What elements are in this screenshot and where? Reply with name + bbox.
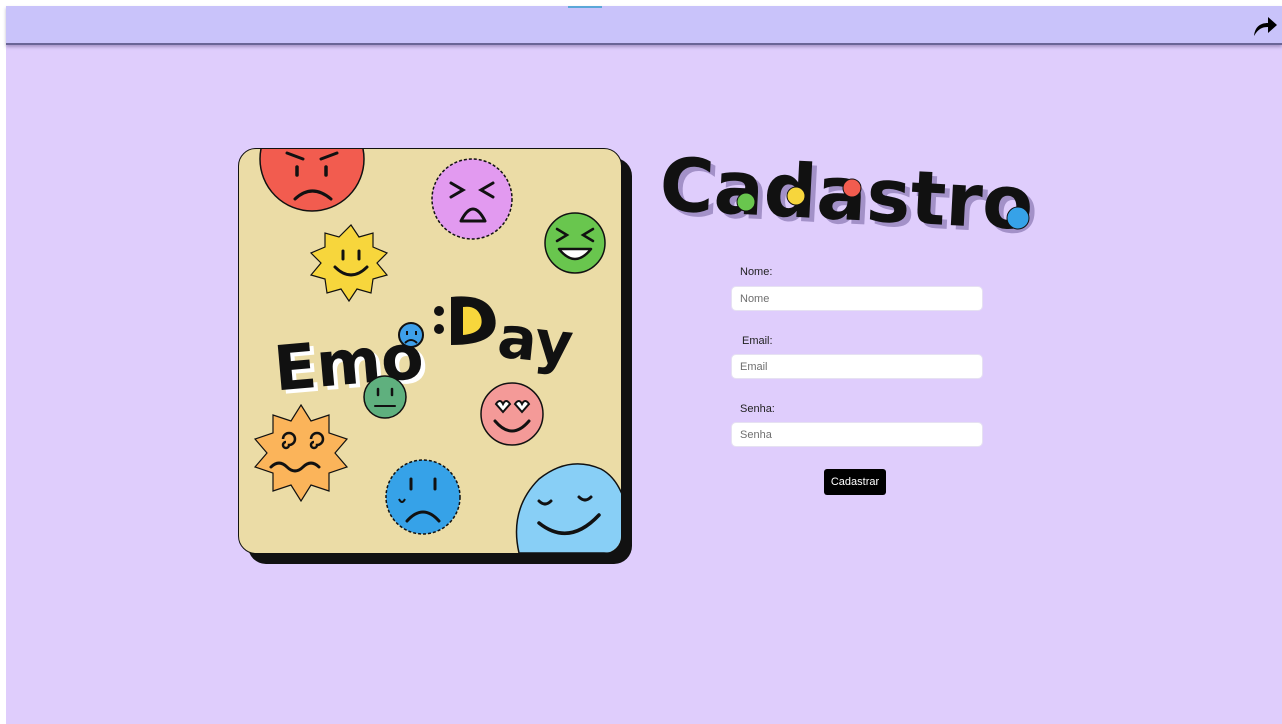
email-input[interactable] [731,354,983,379]
page-background: Emo Emo ay Nome: Nome Email: Email Senha… [6,6,1282,724]
cadastro-title-art: Cadastro Cadastro [658,142,1041,252]
svg-text:ay: ay [495,303,577,378]
password-input[interactable] [731,422,983,447]
name-input[interactable] [731,286,983,311]
sad-face-icon [385,459,461,535]
content-face-icon [515,463,621,553]
tab-indicator [568,6,602,8]
dizzy-face-icon [253,403,349,503]
password-label: Senha: [740,403,775,415]
emoday-cover-card: Emo Emo ay [238,148,622,554]
top-bar [6,6,1282,45]
heart-eyes-face-icon [480,382,544,446]
email-label: Email: [742,335,773,347]
squint-face-icon [431,158,513,240]
smiling-sun-icon [309,224,389,303]
share-arrow-icon [1254,17,1277,36]
page-title: Cadastro Cadastro [656,126,1056,252]
share-button[interactable] [1252,14,1278,38]
name-label: Nome: [740,266,773,278]
angry-face-icon [259,149,365,212]
laughing-face-icon [544,212,606,274]
neutral-face-icon [363,375,407,419]
cadastrar-button[interactable]: Cadastrar [824,469,886,495]
